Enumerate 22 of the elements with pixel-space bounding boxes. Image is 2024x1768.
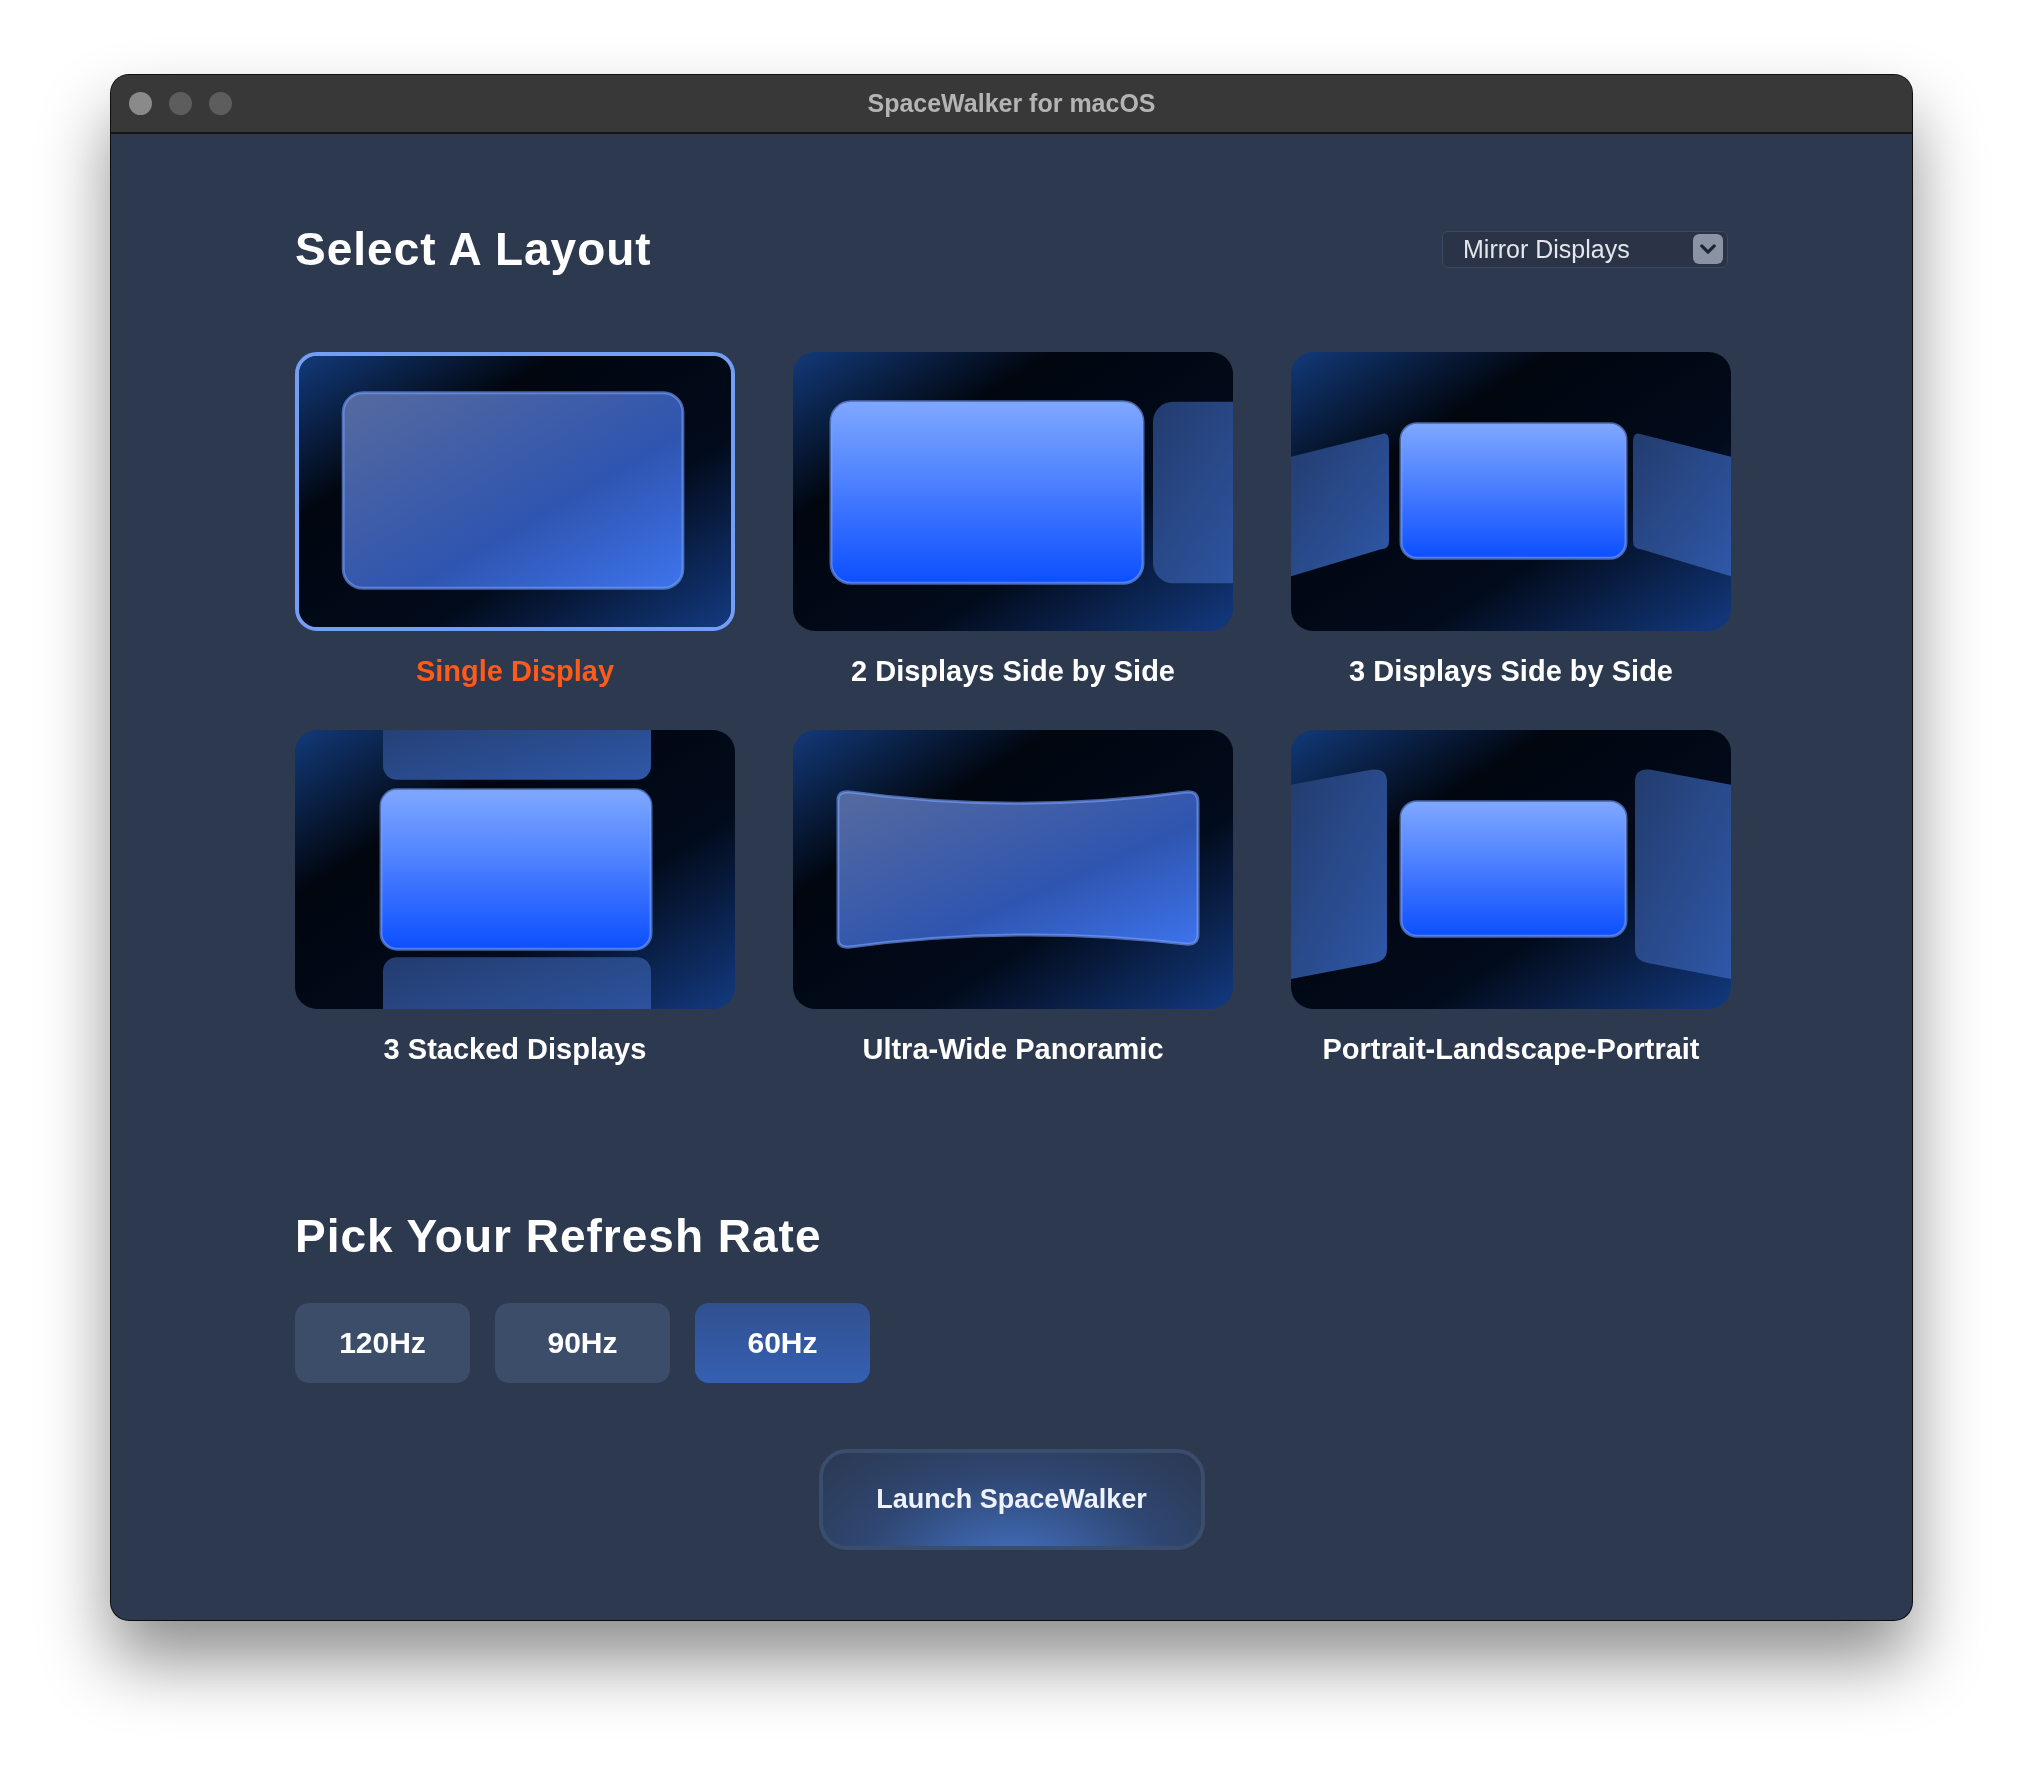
layout-card[interactable] bbox=[793, 352, 1233, 631]
layout-label: 3 Displays Side by Side bbox=[1349, 655, 1673, 688]
layout-card[interactable] bbox=[295, 352, 735, 631]
refresh-rate-button[interactable]: 120Hz bbox=[295, 1303, 470, 1383]
display-mode-dropdown[interactable]: Mirror Displays bbox=[1442, 230, 1728, 268]
layout-label: Portrait-Landscape-Portrait bbox=[1322, 1033, 1700, 1066]
section-heading: Select A Layout bbox=[295, 222, 652, 276]
layout-label: 3 Stacked Displays bbox=[383, 1033, 647, 1066]
refresh-rate-button[interactable]: 60Hz bbox=[695, 1303, 870, 1383]
layout-card[interactable] bbox=[295, 730, 735, 1009]
layout-card[interactable] bbox=[1291, 730, 1731, 1009]
layout-label: Single Display bbox=[415, 655, 615, 688]
refresh-rate-button[interactable]: 90Hz bbox=[495, 1303, 670, 1383]
layout-card[interactable] bbox=[793, 730, 1233, 1009]
layout-label: 2 Displays Side by Side bbox=[851, 655, 1175, 688]
close-button[interactable] bbox=[129, 92, 152, 115]
window-title: SpaceWalker for macOS bbox=[867, 89, 1156, 118]
layout-label: Ultra-Wide Panoramic bbox=[862, 1033, 1164, 1066]
launch-button[interactable]: Launch SpaceWalker bbox=[818, 1449, 1205, 1550]
layout-card[interactable] bbox=[1291, 352, 1731, 631]
chevron-down-icon bbox=[1693, 234, 1723, 264]
section-heading: Pick Your Refresh Rate bbox=[295, 1209, 823, 1263]
